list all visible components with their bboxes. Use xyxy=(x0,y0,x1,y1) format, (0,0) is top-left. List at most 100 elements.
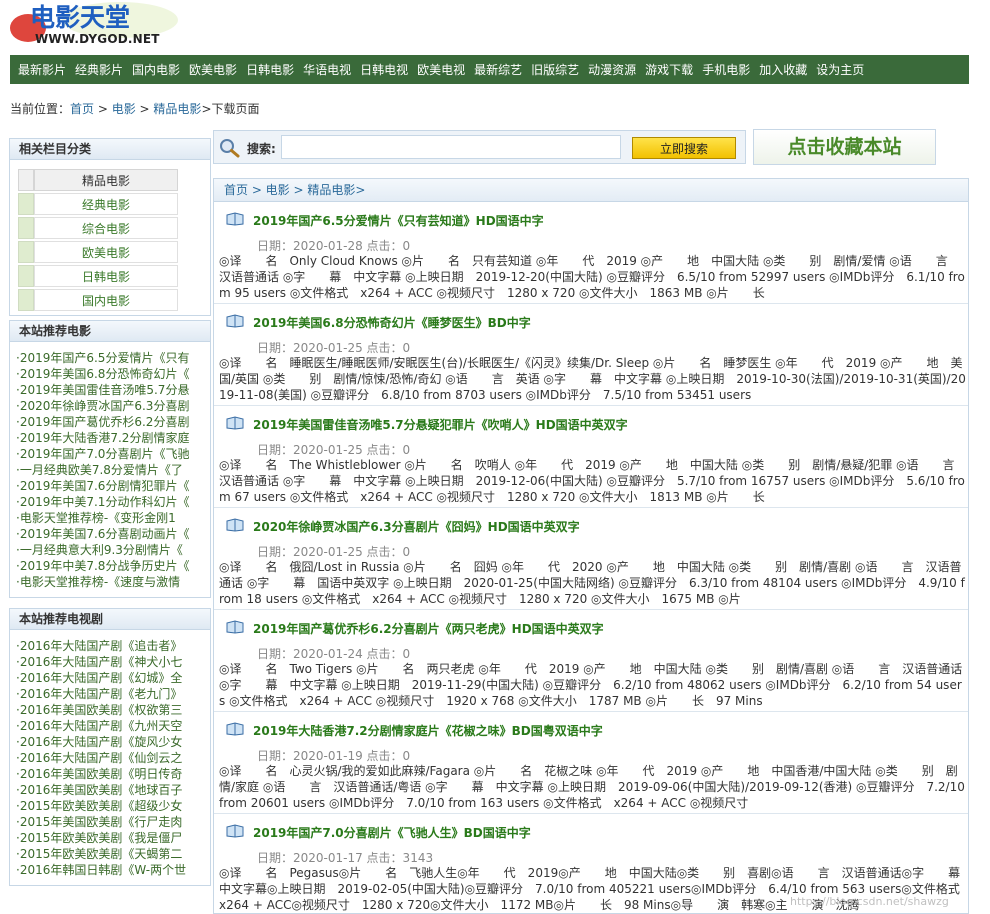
site-logo[interactable]: 电影天堂 WWW.DYGOD.NET xyxy=(8,0,178,50)
recommended-movie-link[interactable]: ·一月经典意大利9.3分剧情片《 xyxy=(16,542,204,558)
movie-entry-description: ◎译 名 The Whistleblower ◎片 名 吹哨人 ◎年 代 201… xyxy=(219,458,967,504)
movie-list-panel: 首页 > 电影 > 精品电影> 2019年国产6.5分爱情片《只有芸知道》HD国… xyxy=(213,178,969,914)
category-label: 欧美电影 xyxy=(34,241,178,263)
breadcrumb: 当前位置：首页 > 电影 > 精品电影>下载页面 xyxy=(10,100,260,117)
category-item[interactable]: 日韩电影 xyxy=(18,265,180,289)
recommended-tv-link[interactable]: ·2016年美国欧美剧《明日传奇 xyxy=(16,766,204,782)
search-input[interactable] xyxy=(281,135,621,159)
category-marker xyxy=(18,289,34,311)
recommended-tv-link[interactable]: ·2016年大陆国产剧《仙剑云之 xyxy=(16,750,204,766)
movie-entry-title[interactable]: 2019年国产6.5分爱情片《只有芸知道》HD国语中字 xyxy=(253,212,544,229)
search-bar: 搜索: 立即搜索 xyxy=(213,130,746,164)
category-list: 精品电影 经典电影 综合电影 欧美电影 日韩电影 国内电影 xyxy=(18,169,180,313)
breadcrumb-movie[interactable]: 电影 xyxy=(112,102,136,116)
movie-entry-date: 日期：2020-01-25 点击：0 xyxy=(257,443,411,457)
recommended-tv-link[interactable]: ·2015年欧美欧美剧《超级少女 xyxy=(16,798,204,814)
add-favorite-button[interactable]: 点击收藏本站 xyxy=(753,129,936,165)
recommended-movie-link[interactable]: ·电影天堂推荐榜-《速度与激情 xyxy=(16,574,204,590)
logo-url: WWW.DYGOD.NET xyxy=(35,32,160,46)
recommended-movie-link[interactable]: ·2019年美国7.6分喜剧动画片《 xyxy=(16,526,204,542)
recommended-movie-link[interactable]: ·2019年国产7.0分喜剧片《飞驰 xyxy=(16,446,204,462)
movie-entry-icon xyxy=(226,314,244,328)
recommended-movie-link[interactable]: ·2019年中美7.1分动作科幻片《 xyxy=(16,494,204,510)
nav-item[interactable]: 最新综艺 xyxy=(474,61,522,78)
breadcrumb-sep: > xyxy=(94,102,112,116)
category-item[interactable]: 经典电影 xyxy=(18,193,180,217)
nav-item[interactable]: 设为主页 xyxy=(816,61,864,78)
recommended-tv-link[interactable]: ·2015年美国欧美剧《行尸走肉 xyxy=(16,814,204,830)
movie-entry-date: 日期：2020-01-28 点击：0 xyxy=(257,239,411,253)
movie-entry-title[interactable]: 2019年国产7.0分喜剧片《飞驰人生》BD国语中字 xyxy=(253,824,531,841)
category-item[interactable]: 欧美电影 xyxy=(18,241,180,265)
movie-entry-date: 日期：2020-01-25 点击：0 xyxy=(257,545,411,559)
movie-entry-title[interactable]: 2019年国产葛优乔杉6.2分喜剧片《两只老虎》HD国语中英双字 xyxy=(253,620,604,637)
category-item[interactable]: 精品电影 xyxy=(18,169,180,193)
recommended-tv-link[interactable]: ·2016年大陆国产剧《九州天空 xyxy=(16,718,204,734)
movie-entry-title[interactable]: 2020年徐峥贾冰国产6.3分喜剧片《囧妈》HD国语中英双字 xyxy=(253,518,580,535)
recommended-movie-link[interactable]: ·2019年大陆香港7.2分剧情家庭 xyxy=(16,430,204,446)
category-marker xyxy=(18,241,34,263)
search-label: 搜索: xyxy=(247,142,276,156)
breadcrumb-home[interactable]: 首页 xyxy=(70,102,94,116)
recommended-movies-box: 本站推荐电影 ·2019年国产6.5分爱情片《只有 ·2019年美国6.8分恐怖奇… xyxy=(9,320,211,598)
nav-item[interactable]: 手机电影 xyxy=(702,61,750,78)
recommended-movie-link[interactable]: ·2019年美国雷佳音汤唯5.7分悬 xyxy=(16,382,204,398)
recommended-tv-link[interactable]: ·2016年美国欧美剧《地球百子 xyxy=(16,782,204,798)
list-breadcrumb[interactable]: 首页 > 电影 > 精品电影> xyxy=(214,179,968,202)
movie-entry-title[interactable]: 2019年美国6.8分恐怖奇幻片《睡梦医生》BD中字 xyxy=(253,314,531,331)
recommended-movie-link[interactable]: ·2019年国产葛优乔杉6.2分喜剧 xyxy=(16,414,204,430)
recommended-tv-link[interactable]: ·2015年欧美欧美剧《天蝎第二 xyxy=(16,846,204,862)
nav-item[interactable]: 加入收藏 xyxy=(759,61,807,78)
category-label: 经典电影 xyxy=(34,193,178,215)
nav-item[interactable]: 日韩电影 xyxy=(246,61,294,78)
category-marker xyxy=(18,169,34,191)
category-item[interactable]: 国内电影 xyxy=(18,289,180,313)
breadcrumb-arrow: > xyxy=(201,102,212,116)
nav-item[interactable]: 欧美电视 xyxy=(417,61,465,78)
category-item[interactable]: 综合电影 xyxy=(18,217,180,241)
breadcrumb-sep: > xyxy=(135,102,154,116)
nav-item[interactable]: 日韩电视 xyxy=(360,61,408,78)
recommended-tv-link[interactable]: ·2016年大陆国产剧《旋风少女 xyxy=(16,734,204,750)
movie-entry-title[interactable]: 2019年大陆香港7.2分剧情家庭片《花椒之味》BD国粤双语中字 xyxy=(253,722,603,739)
recommended-tv-link[interactable]: ·2016年大陆国产剧《幻城》全 xyxy=(16,670,204,686)
recommended-movies-title: 本站推荐电影 xyxy=(10,321,210,342)
recommended-tv-link[interactable]: ·2016年韩国日韩剧《W-两个世 xyxy=(16,862,204,878)
nav-item[interactable]: 旧版综艺 xyxy=(531,61,579,78)
movie-entry-description: ◎译 名 睡眠医生/睡眠医师/安眠医生(台)/长眠医生/《闪灵》续集/Dr. S… xyxy=(219,356,966,402)
movie-entry-icon xyxy=(226,212,244,226)
recommended-tv-link[interactable]: ·2016年美国欧美剧《权欲第三 xyxy=(16,702,204,718)
recommended-movie-link[interactable]: ·一月经典欧美7.8分爱情片《了 xyxy=(16,462,204,478)
recommended-movie-link[interactable]: ·2019年美国6.8分恐怖奇幻片《 xyxy=(16,366,204,382)
nav-item[interactable]: 国内电影 xyxy=(132,61,180,78)
recommended-tv-link[interactable]: ·2015年欧美欧美剧《我是僵尸 xyxy=(16,830,204,846)
movie-entry-title[interactable]: 2019年美国雷佳音汤唯5.7分悬疑犯罪片《吹哨人》HD国语中英双字 xyxy=(253,416,628,433)
nav-item[interactable]: 经典影片 xyxy=(75,61,123,78)
movie-entry-description: ◎译 名 Two Tigers ◎片 名 两只老虎 ◎年 代 2019 ◎产 地… xyxy=(219,662,963,708)
nav-item[interactable]: 动漫资源 xyxy=(588,61,636,78)
movie-entry-date: 日期：2020-01-25 点击：0 xyxy=(257,341,411,355)
recommended-movie-link[interactable]: ·2019年国产6.5分爱情片《只有 xyxy=(16,350,204,366)
movie-entry-date: 日期：2020-01-17 点击：3143 xyxy=(257,851,434,865)
recommended-tv-link[interactable]: ·2016年大陆国产剧《追击者》 xyxy=(16,638,204,654)
recommended-movie-link[interactable]: ·2019年中美7.8分战争历史片《 xyxy=(16,558,204,574)
movie-entry-date: 日期：2020-01-19 点击：0 xyxy=(257,749,411,763)
category-label: 日韩电影 xyxy=(34,265,178,287)
movie-entry-icon xyxy=(226,824,244,838)
nav-item[interactable]: 华语电视 xyxy=(303,61,351,78)
nav-item[interactable]: 欧美电影 xyxy=(189,61,237,78)
category-marker xyxy=(18,265,34,287)
top-navigation: 最新影片 经典影片 国内电影 欧美电影 日韩电影 华语电视 日韩电视 欧美电视 最新综艺 旧版综艺… xyxy=(10,55,969,84)
movie-entry-icon xyxy=(226,518,244,532)
recommended-tv-link[interactable]: ·2016年大陆国产剧《老九门》 xyxy=(16,686,204,702)
recommended-tv-link[interactable]: ·2016年大陆国产剧《神犬小七 xyxy=(16,654,204,670)
nav-item[interactable]: 最新影片 xyxy=(18,61,66,78)
nav-item[interactable]: 游戏下载 xyxy=(645,61,693,78)
recommended-movie-link[interactable]: ·电影天堂推荐榜-《变形金刚1 xyxy=(16,510,204,526)
breadcrumb-fine-movie[interactable]: 精品电影 xyxy=(153,102,201,116)
recommended-movie-link[interactable]: ·2020年徐峥贾冰国产6.3分喜剧 xyxy=(16,398,204,414)
search-button[interactable]: 立即搜索 xyxy=(632,137,736,159)
recommended-movie-link[interactable]: ·2019年美国7.6分剧情犯罪片《 xyxy=(16,478,204,494)
movie-entry-icon xyxy=(226,416,244,430)
movie-entry: 2019年大陆香港7.2分剧情家庭片《花椒之味》BD国粤双语中字日期：2020-… xyxy=(214,712,968,814)
